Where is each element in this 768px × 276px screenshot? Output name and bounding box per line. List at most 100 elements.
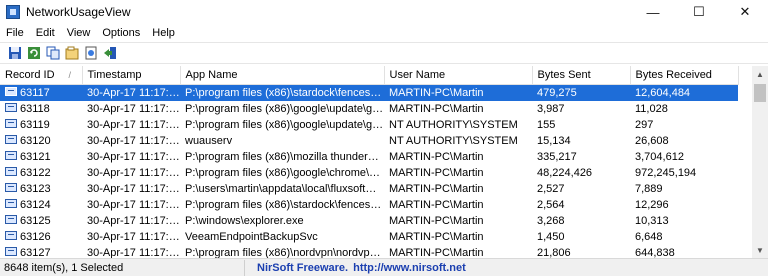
cell-text: MARTIN-PC\Martin <box>389 151 484 163</box>
app-name-cell: P:\program files (x86)\google\update\goo… <box>180 101 384 117</box>
user-name-cell: NT AUTHORITY\SYSTEM <box>384 117 532 133</box>
copy-icon[interactable] <box>44 44 62 62</box>
app-name-cell: VeeamEndpointBackupSvc <box>180 229 384 245</box>
cell-text: P:\program files (x86)\mozilla thunderbi… <box>185 151 384 163</box>
maximize-button[interactable]: ☐ <box>676 0 722 24</box>
exit-icon[interactable] <box>101 44 119 62</box>
cell-text: 3,987 <box>537 103 565 115</box>
cell-text: 30-Apr-17 11:17:00 <box>87 167 180 179</box>
user-name-cell: MARTIN-PC\Martin <box>384 229 532 245</box>
menu-file[interactable]: File <box>0 27 30 39</box>
menu-options[interactable]: Options <box>96 27 146 39</box>
table-row[interactable]: 63126 30-Apr-17 11:17:00 VeeamEndpointBack… <box>0 229 738 245</box>
table-row[interactable]: 63124 30-Apr-17 11:17:00 P:\program files … <box>0 197 738 213</box>
status-bar: 8648 item(s), 1 Selected NirSoft Freewar… <box>0 258 768 276</box>
app-name-cell: P:\program files (x86)\google\chrome\app… <box>180 165 384 181</box>
record-id-cell: 63117 <box>0 84 82 101</box>
cell-text: 30-Apr-17 11:17:00 <box>87 199 180 211</box>
html-report-icon[interactable] <box>82 44 100 62</box>
column-header-bytes-received[interactable]: Bytes Received <box>630 66 739 85</box>
bytes-received-cell: 6,648 <box>630 229 738 245</box>
window-title: NetworkUsageView <box>26 5 131 19</box>
bytes-sent-cell: 335,217 <box>532 149 630 165</box>
bytes-received-cell: 3,704,612 <box>630 149 738 165</box>
timestamp-cell: 30-Apr-17 11:17:00 <box>82 229 180 245</box>
record-id-cell: 63120 <box>0 133 82 149</box>
cell-text: 48,224,426 <box>537 167 593 179</box>
bytes-sent-cell: 48,224,426 <box>532 165 630 181</box>
cell-text: P:\program files (x86)\google\update\goo… <box>185 103 384 115</box>
table-row[interactable]: 63118 30-Apr-17 11:17:00 P:\program files … <box>0 101 738 117</box>
scroll-up-icon[interactable]: ▲ <box>752 66 768 82</box>
bytes-received-cell: 12,296 <box>630 197 738 213</box>
save-icon[interactable] <box>6 44 24 62</box>
bytes-received-cell: 7,889 <box>630 181 738 197</box>
cell-text: 2,564 <box>537 199 565 211</box>
column-header-app-name[interactable]: App Name <box>180 66 385 85</box>
toolbar <box>0 42 768 64</box>
cell-text: 63117 <box>20 87 50 99</box>
bytes-received-cell: 26,608 <box>630 133 738 149</box>
user-name-cell: NT AUTHORITY\SYSTEM <box>384 133 532 149</box>
properties-icon[interactable] <box>63 44 81 62</box>
user-name-cell: MARTIN-PC\Martin <box>384 245 532 258</box>
column-header-timestamp[interactable]: Timestamp <box>82 66 181 85</box>
cell-text: P:\program files (x86)\nordvpn\nordvpn.e… <box>185 247 384 258</box>
table-row[interactable]: 63125 30-Apr-17 11:17:00 P:\windows\explor… <box>0 213 738 229</box>
table-row[interactable]: 63122 30-Apr-17 11:17:00 P:\program files … <box>0 165 738 181</box>
cell-text: 30-Apr-17 11:17:00 <box>87 231 180 243</box>
record-icon <box>5 87 17 96</box>
cell-text: 155 <box>537 119 556 131</box>
app-name-cell: P:\program files (x86)\nordvpn\nordvpn.e… <box>180 245 384 258</box>
record-id-cell: 63122 <box>0 165 82 181</box>
minimize-button[interactable]: — <box>630 0 676 24</box>
cell-text: 7,889 <box>635 183 663 195</box>
cell-text: MARTIN-PC\Martin <box>389 247 484 258</box>
user-name-cell: MARTIN-PC\Martin <box>384 149 532 165</box>
cell-text: 12,296 <box>635 199 669 211</box>
cell-text: 63120 <box>20 135 51 147</box>
cell-text: 644,838 <box>635 247 675 258</box>
table-row[interactable]: 63119 30-Apr-17 11:17:00 P:\program files … <box>0 117 738 133</box>
cell-text: MARTIN-PC\Martin <box>389 103 484 115</box>
cell-text: 1,450 <box>537 231 565 243</box>
cell-text: 63127 <box>20 247 51 258</box>
table-row[interactable]: 63117 30-Apr-17 11:17:00 P:\program files … <box>0 84 738 101</box>
nirsoft-link[interactable]: NirSoft Freeware. http://www.nirsoft.net <box>245 262 466 274</box>
cell-text: 63121 <box>20 151 51 163</box>
menu-view[interactable]: View <box>61 27 97 39</box>
menu-edit[interactable]: Edit <box>30 27 61 39</box>
cell-text: 30-Apr-17 11:17:00 <box>87 247 180 258</box>
cell-text: P:\program files (x86)\google\chrome\app… <box>185 167 384 179</box>
table-row[interactable]: 63121 30-Apr-17 11:17:00 P:\program files … <box>0 149 738 165</box>
refresh-icon[interactable] <box>25 44 43 62</box>
column-header-user-name[interactable]: User Name <box>384 66 533 85</box>
cell-text: P:\program files (x86)\google\update\goo… <box>185 119 384 131</box>
timestamp-cell: 30-Apr-17 11:17:00 <box>82 84 180 101</box>
column-header-record-id[interactable]: Record ID / <box>0 66 83 85</box>
cell-text: 3,704,612 <box>635 151 684 163</box>
cell-text: VeeamEndpointBackupSvc <box>185 231 318 243</box>
scroll-down-icon[interactable]: ▼ <box>752 242 768 258</box>
app-name-cell: P:\users\martin\appdata\local\fluxsoftwa… <box>180 181 384 197</box>
record-id-cell: 63125 <box>0 213 82 229</box>
bytes-received-cell: 11,028 <box>630 101 738 117</box>
cell-text: 2,527 <box>537 183 565 195</box>
user-name-cell: MARTIN-PC\Martin <box>384 165 532 181</box>
vertical-scrollbar[interactable]: ▲ ▼ <box>752 66 768 258</box>
table-row[interactable]: 63120 30-Apr-17 11:17:00 wuauserv NT AUTHOR… <box>0 133 738 149</box>
timestamp-cell: 30-Apr-17 11:17:00 <box>82 245 180 258</box>
record-id-cell: 63119 <box>0 117 82 133</box>
menu-help[interactable]: Help <box>146 27 181 39</box>
cell-text: 21,806 <box>537 247 571 258</box>
scroll-thumb[interactable] <box>754 84 766 102</box>
record-icon <box>5 199 17 208</box>
table-row[interactable]: 63127 30-Apr-17 11:17:00 P:\program files … <box>0 245 738 258</box>
cell-text: 30-Apr-17 11:17:00 <box>87 183 180 195</box>
close-button[interactable]: ✕ <box>722 0 768 24</box>
menu-bar: File Edit View Options Help <box>0 24 768 41</box>
cell-text: P:\windows\explorer.exe <box>185 215 304 227</box>
column-header-bytes-sent[interactable]: Bytes Sent <box>532 66 631 85</box>
table-row[interactable]: 63123 30-Apr-17 11:17:00 P:\users\martin\a… <box>0 181 738 197</box>
record-id-cell: 63127 <box>0 245 82 258</box>
